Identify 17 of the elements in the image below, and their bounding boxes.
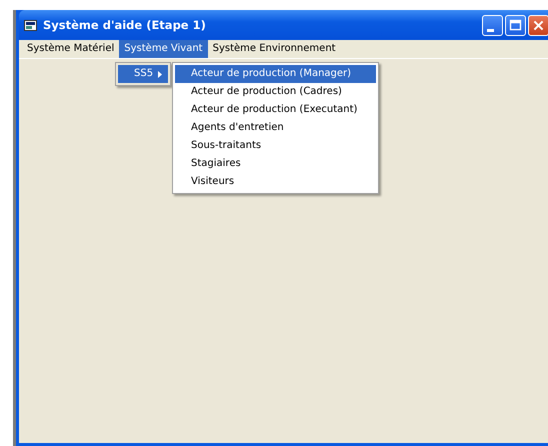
maximize-button[interactable] (505, 14, 526, 36)
menu-item[interactable]: Agents d'entretien (175, 119, 376, 137)
minimize-button[interactable] (482, 14, 503, 36)
menu-item[interactable]: Visiteurs (175, 173, 376, 191)
menu-item[interactable]: Stagiaires (175, 155, 376, 173)
menu-item[interactable]: Système Matériel (22, 40, 120, 58)
close-button[interactable] (528, 14, 548, 36)
menu-item[interactable]: Acteur de production (Cadres) (175, 83, 376, 101)
menu-item[interactable]: Système Environnement (208, 40, 341, 58)
window-title: Système d'aide (Etape 1) (43, 18, 207, 32)
window-icon (24, 20, 37, 30)
menu-item[interactable]: Sous-traitants (175, 137, 376, 155)
menu-item[interactable]: Acteur de production (Executant) (175, 101, 376, 119)
menu-item[interactable]: SS5 (118, 65, 168, 83)
minimize-icon (486, 28, 494, 32)
menu-item[interactable]: Système Vivant (119, 40, 208, 58)
menu-item[interactable]: Acteur de production (Manager) (175, 65, 376, 83)
